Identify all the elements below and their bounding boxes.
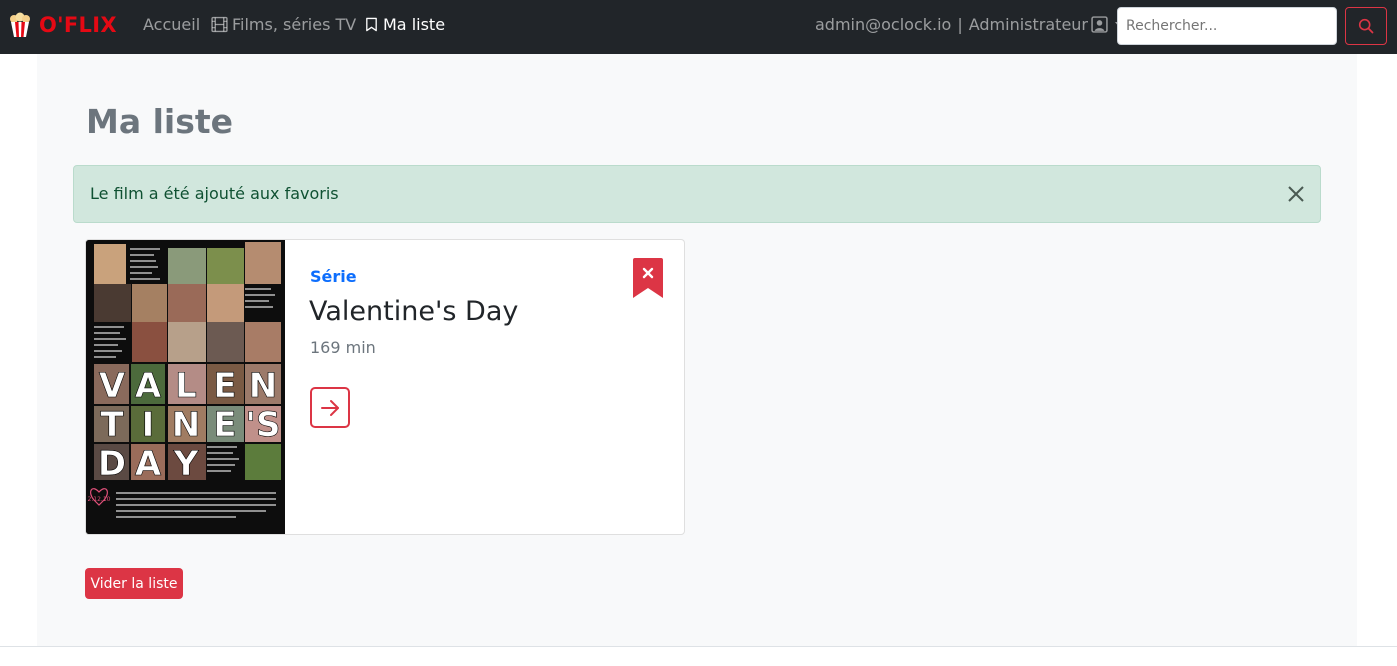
- card-duration: 169 min: [310, 338, 376, 357]
- card-body: Série Valentine's Day 169 min: [309, 240, 684, 534]
- poster-letter: A: [135, 366, 162, 406]
- poster-letter: V: [99, 366, 126, 406]
- poster-letter: T: [100, 405, 124, 445]
- remove-from-list-button[interactable]: [633, 258, 663, 298]
- close-icon[interactable]: [1286, 184, 1306, 204]
- search-icon: [1358, 18, 1374, 34]
- poster-letter: N: [249, 366, 277, 406]
- card-title[interactable]: Valentine's Day: [309, 296, 518, 327]
- brand-name: O'FLIX: [39, 13, 117, 37]
- navbar: O'FLIX Accueil Films, séries TV Ma liste…: [0, 0, 1397, 54]
- nav-link-label: Accueil: [143, 15, 201, 34]
- poster-letter: L: [175, 366, 197, 406]
- page-title: Ma liste: [86, 102, 234, 141]
- bookmark-x-icon: [633, 258, 663, 298]
- nav-link-ma-liste[interactable]: Ma liste: [364, 15, 445, 34]
- user-dropdown[interactable]: admin@oclock.io | Administrateur: [815, 15, 1123, 34]
- main-container: Ma liste Le film a été ajouté aux favori…: [37, 54, 1357, 646]
- view-details-button[interactable]: [310, 387, 350, 428]
- search-input[interactable]: [1117, 7, 1337, 45]
- film-icon: [211, 16, 228, 33]
- bookmark-icon: [366, 17, 377, 32]
- nav-link-label: Films, séries TV: [232, 15, 357, 34]
- alert-message: Le film a été ajouté aux favoris: [90, 184, 339, 203]
- movie-poster: V A L E N T I N E 'S D A Y 2.12.10: [86, 240, 285, 534]
- footer-divider: [0, 646, 1397, 647]
- poster-letter: N: [172, 405, 200, 445]
- nav-link-label: Ma liste: [383, 15, 446, 34]
- popcorn-icon: [8, 12, 32, 38]
- success-alert: Le film a été ajouté aux favoris: [73, 165, 1321, 223]
- poster-letter: E: [213, 405, 236, 445]
- nav-link-accueil[interactable]: Accueil: [143, 15, 200, 34]
- poster-letter: A: [135, 444, 162, 484]
- arrow-right-icon: [321, 399, 339, 416]
- user-square-icon: [1091, 16, 1108, 33]
- user-role: Administrateur: [968, 15, 1088, 34]
- user-separator: |: [957, 15, 963, 34]
- clear-list-button[interactable]: Vider la liste: [85, 568, 183, 599]
- user-email: admin@oclock.io: [815, 15, 952, 34]
- poster-date: 2.12.10: [88, 496, 111, 503]
- poster-letter: E: [213, 366, 236, 406]
- poster-letter: Y: [173, 444, 199, 484]
- poster-letter: 'S: [246, 405, 281, 445]
- search-button[interactable]: [1345, 7, 1387, 45]
- movie-card: V A L E N T I N E 'S D A Y 2.12.10 Série…: [85, 239, 685, 535]
- poster-letter: I: [142, 405, 155, 445]
- card-type: Série: [310, 267, 357, 286]
- brand-logo[interactable]: O'FLIX: [8, 12, 117, 38]
- poster-letter: D: [98, 444, 126, 484]
- nav-link-films-series[interactable]: Films, séries TV: [211, 15, 356, 34]
